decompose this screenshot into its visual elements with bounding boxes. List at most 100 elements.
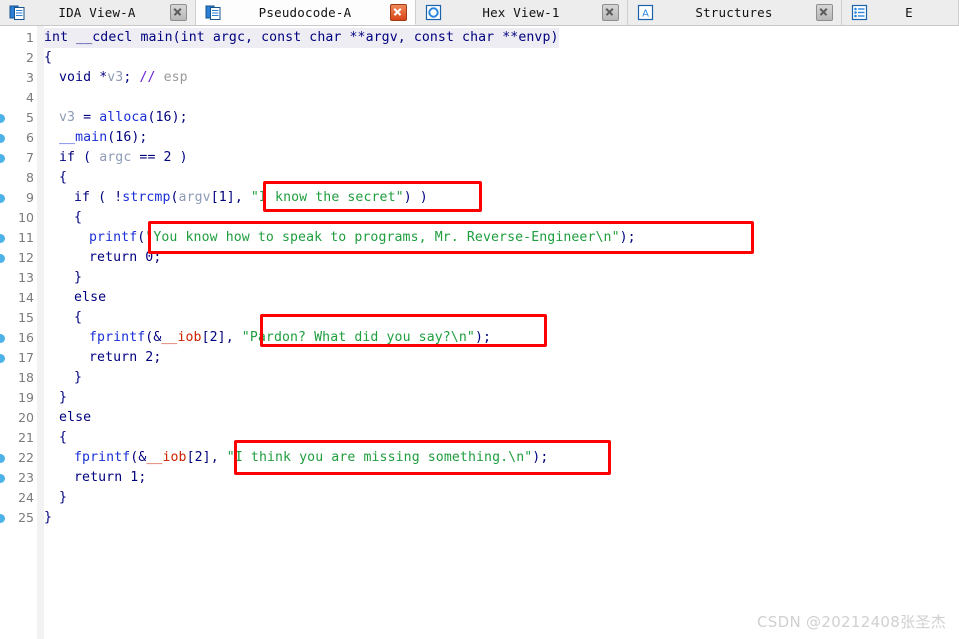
gutter-line[interactable]: 25 xyxy=(0,508,37,528)
gutter-line[interactable]: 23 xyxy=(0,468,37,488)
gutter-line[interactable]: 6 xyxy=(0,128,37,148)
breakpoint-dot-icon[interactable] xyxy=(0,234,5,243)
close-icon[interactable] xyxy=(602,4,619,21)
breakpoint-dot-icon[interactable] xyxy=(0,134,5,143)
code-token: alloca xyxy=(99,110,148,125)
code-line[interactable]: { xyxy=(44,48,52,68)
code-token: ); xyxy=(474,330,492,345)
code-line[interactable]: { xyxy=(44,308,82,328)
pseudocode-editor[interactable]: 1 2 3 4 5 6 7 8 9 10 11 12 13 14 15 16 17 18 19 20 21 22 23 24 2… xyxy=(0,26,959,639)
gutter-line[interactable]: 19 xyxy=(0,388,37,408)
gutter-line[interactable]: 1 xyxy=(0,28,37,48)
line-number: 16 xyxy=(18,330,34,345)
code-token: "Pardon? What did you say?\n" xyxy=(241,330,475,345)
tab-label: Structures xyxy=(695,5,773,20)
gutter-line[interactable]: 7 xyxy=(0,148,37,168)
tab-pseudocode-a[interactable]: Pseudocode-A xyxy=(196,0,416,25)
code-token: } xyxy=(74,370,83,385)
close-icon[interactable] xyxy=(170,4,187,21)
line-number-gutter[interactable]: 1 2 3 4 5 6 7 8 9 10 11 12 13 14 15 16 17 18 19 20 21 22 23 24 2… xyxy=(0,26,38,639)
code-token: ; xyxy=(123,70,140,85)
code-line[interactable]: { xyxy=(44,428,67,448)
code-token: { xyxy=(74,210,83,225)
code-token: strcmp xyxy=(122,190,171,205)
breakpoint-dot-icon[interactable] xyxy=(0,354,5,363)
gutter-line[interactable]: 9 xyxy=(0,188,37,208)
code-token: argc xyxy=(99,150,132,165)
gutter-line[interactable]: 2 xyxy=(0,48,37,68)
close-icon[interactable] xyxy=(816,4,833,21)
gutter-line[interactable]: 12 xyxy=(0,248,37,268)
code-token: { xyxy=(74,310,83,325)
code-line[interactable]: return 2; xyxy=(44,348,161,368)
code-token: if ( ! xyxy=(74,190,123,205)
gutter-line[interactable]: 21 xyxy=(0,428,37,448)
gutter-line[interactable]: 14 xyxy=(0,288,37,308)
code-area[interactable]: int __cdecl main(int argc, const char **… xyxy=(44,26,959,639)
line-number: 23 xyxy=(18,470,34,485)
gutter-line[interactable]: 17 xyxy=(0,348,37,368)
gutter-line[interactable]: 22 xyxy=(0,448,37,468)
line-number: 10 xyxy=(18,210,34,225)
tab-hex-view-1[interactable]: Hex View-1 xyxy=(416,0,628,25)
line-number: 14 xyxy=(18,290,34,305)
line-number: 15 xyxy=(18,310,34,325)
code-token: ); xyxy=(619,230,636,245)
code-line[interactable]: printf("You know how to speak to program… xyxy=(44,228,636,248)
gutter-line[interactable]: 16 xyxy=(0,328,37,348)
code-token: else xyxy=(59,410,92,425)
code-line[interactable]: } xyxy=(44,488,67,508)
breakpoint-dot-icon[interactable] xyxy=(0,194,5,203)
line-number: 17 xyxy=(18,350,34,365)
gutter-line[interactable]: 15 xyxy=(0,308,37,328)
code-token: = xyxy=(75,110,100,125)
code-token: if ( xyxy=(59,150,100,165)
breakpoint-dot-icon[interactable] xyxy=(0,474,5,483)
code-line[interactable]: fprintf(&__iob[2], "I think you are miss… xyxy=(44,448,548,468)
code-token: "You know how to speak to programs, Mr. … xyxy=(145,230,620,245)
gutter-line[interactable]: 4 xyxy=(0,88,37,108)
gutter-line[interactable]: 5 xyxy=(0,108,37,128)
breakpoint-dot-icon[interactable] xyxy=(0,154,5,163)
tab-e[interactable]: E xyxy=(842,0,959,25)
gutter-line[interactable]: 8 xyxy=(0,168,37,188)
code-line[interactable]: else xyxy=(44,408,91,428)
gutter-line[interactable]: 10 xyxy=(0,208,37,228)
tab-structures[interactable]: A Structures xyxy=(628,0,842,25)
code-line[interactable]: { xyxy=(44,208,82,228)
code-line[interactable]: else xyxy=(44,288,106,308)
code-line[interactable]: if ( argc == 2 ) xyxy=(44,148,188,168)
gutter-line[interactable]: 18 xyxy=(0,368,37,388)
tab-label: Hex View-1 xyxy=(482,5,560,20)
code-line[interactable]: fprintf(&__iob[2], "Pardon? What did you… xyxy=(44,328,491,348)
breakpoint-dot-icon[interactable] xyxy=(0,114,5,123)
code-line[interactable]: v3 = alloca(16); xyxy=(44,108,188,128)
code-line[interactable]: return 1; xyxy=(44,468,146,488)
code-line[interactable]: int __cdecl main(int argc, const char **… xyxy=(44,28,559,48)
gutter-line[interactable]: 24 xyxy=(0,488,37,508)
code-line[interactable]: } xyxy=(44,368,82,388)
code-line[interactable]: __main(16); xyxy=(44,128,147,148)
code-line[interactable]: } xyxy=(44,388,67,408)
code-line[interactable]: } xyxy=(44,508,52,528)
code-token: printf xyxy=(89,230,138,245)
breakpoint-dot-icon[interactable] xyxy=(0,254,5,263)
code-line[interactable]: if ( !strcmp(argv[1], "I know the secret… xyxy=(44,188,428,208)
gutter-line[interactable]: 13 xyxy=(0,268,37,288)
close-icon[interactable] xyxy=(390,3,407,21)
breakpoint-dot-icon[interactable] xyxy=(0,454,5,463)
gutter-line[interactable]: 3 xyxy=(0,68,37,88)
line-number: 24 xyxy=(18,490,34,505)
code-token: } xyxy=(44,510,53,525)
code-line[interactable]: { xyxy=(44,168,67,188)
breakpoint-dot-icon[interactable] xyxy=(0,334,5,343)
code-line[interactable]: void *v3; // esp xyxy=(44,68,188,88)
gutter-line[interactable]: 20 xyxy=(0,408,37,428)
line-number: 8 xyxy=(26,170,34,185)
code-line[interactable]: } xyxy=(44,268,82,288)
tab-ida-view-a[interactable]: IDA View-A xyxy=(0,0,196,25)
structures-a-icon: A xyxy=(637,4,654,21)
gutter-line[interactable]: 11 xyxy=(0,228,37,248)
breakpoint-dot-icon[interactable] xyxy=(0,514,5,523)
code-line[interactable]: return 0; xyxy=(44,248,161,268)
